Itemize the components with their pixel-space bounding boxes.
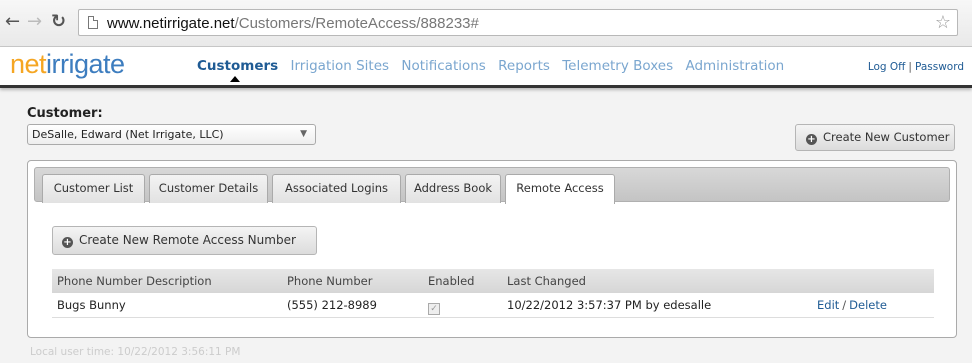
tab-remote-access[interactable]: Remote Access: [505, 174, 615, 204]
browser-toolbar: ← → ↻ www.netirrigate.net/Customers/Remo…: [0, 0, 972, 47]
row-enabled: ✓: [428, 293, 440, 317]
main-nav: Customers Irrigation Sites Notifications…: [197, 58, 792, 74]
nav-administration[interactable]: Administration: [685, 58, 784, 74]
tab-bar: Customer List Customer Details Associate…: [34, 167, 950, 204]
page-icon: [88, 16, 98, 29]
url-text[interactable]: www.netirrigate.net/Customers/RemoteAcce…: [107, 15, 479, 32]
logo-net: net: [10, 49, 47, 79]
address-bar[interactable]: www.netirrigate.net/Customers/RemoteAcce…: [78, 9, 958, 36]
nav-notifications[interactable]: Notifications: [401, 58, 486, 74]
plus-circle-icon: +: [806, 134, 817, 145]
tab-customer-list[interactable]: Customer List: [42, 174, 145, 203]
column-header-enabled: Enabled: [428, 274, 475, 288]
remote-access-table: Phone Number Description Phone Number En…: [52, 269, 934, 318]
user-links-separator: |: [908, 61, 912, 73]
row-description: Bugs Bunny: [57, 298, 126, 312]
user-links: Log Off | Password: [868, 61, 964, 73]
tab-associated-logins[interactable]: Associated Logins: [272, 174, 401, 203]
edit-link[interactable]: Edit: [817, 298, 839, 312]
local-user-time: Local user time: 10/22/2012 3:56:11 PM: [30, 346, 241, 358]
column-header-last-changed: Last Changed: [507, 274, 586, 288]
plus-circle-icon: +: [62, 237, 73, 248]
nav-customers[interactable]: Customers: [197, 58, 278, 74]
actions-separator: /: [842, 298, 847, 312]
back-arrow-icon[interactable]: ←: [5, 13, 20, 31]
table-row: Bugs Bunny (555) 212-8989 ✓ 10/22/2012 3…: [52, 293, 934, 318]
create-new-customer-button[interactable]: + Create New Customer: [795, 124, 955, 151]
nav-reports[interactable]: Reports: [498, 58, 550, 74]
chevron-down-icon: ▼: [300, 129, 307, 139]
customer-panel: Customer List Customer Details Associate…: [27, 160, 957, 338]
tab-customer-details[interactable]: Customer Details: [149, 174, 268, 203]
password-link[interactable]: Password: [915, 61, 964, 73]
create-new-remote-access-label: Create New Remote Access Number: [79, 233, 296, 247]
row-last-changed: 10/22/2012 3:57:37 PM by edesalle: [507, 298, 712, 312]
tab-address-book[interactable]: Address Book: [405, 174, 501, 203]
table-header-row: Phone Number Description Phone Number En…: [52, 269, 934, 293]
url-host: www.netirrigate.net: [107, 15, 235, 32]
app-header: netirrigate Customers Irrigation Sites N…: [0, 47, 972, 88]
logo-irrigate: irrigate: [46, 49, 125, 79]
logo[interactable]: netirrigate: [10, 49, 125, 79]
url-path: /Customers/RemoteAccess/888233#: [234, 15, 479, 32]
nav-irrigation-sites[interactable]: Irrigation Sites: [291, 58, 390, 74]
delete-link[interactable]: Delete: [849, 298, 887, 312]
column-header-description: Phone Number Description: [57, 274, 212, 288]
customer-select[interactable]: DeSalle, Edward (Net Irrigate, LLC) ▼: [27, 124, 316, 145]
enabled-checkbox[interactable]: ✓: [428, 303, 440, 315]
forward-arrow-icon[interactable]: →: [27, 13, 42, 31]
column-header-phone: Phone Number: [287, 274, 373, 288]
active-nav-caret-icon: [230, 76, 240, 82]
customer-label: Customer:: [27, 106, 103, 121]
row-phone: (555) 212-8989: [287, 298, 377, 312]
logoff-link[interactable]: Log Off: [868, 61, 906, 73]
customer-select-value: DeSalle, Edward (Net Irrigate, LLC): [32, 128, 224, 141]
bookmark-star-icon[interactable]: ☆: [935, 12, 951, 33]
create-new-customer-label: Create New Customer: [823, 130, 950, 144]
reload-icon[interactable]: ↻: [51, 13, 66, 31]
nav-telemetry-boxes[interactable]: Telemetry Boxes: [562, 58, 673, 74]
row-actions: Edit / Delete: [817, 293, 887, 317]
create-new-remote-access-button[interactable]: + Create New Remote Access Number: [52, 226, 317, 255]
